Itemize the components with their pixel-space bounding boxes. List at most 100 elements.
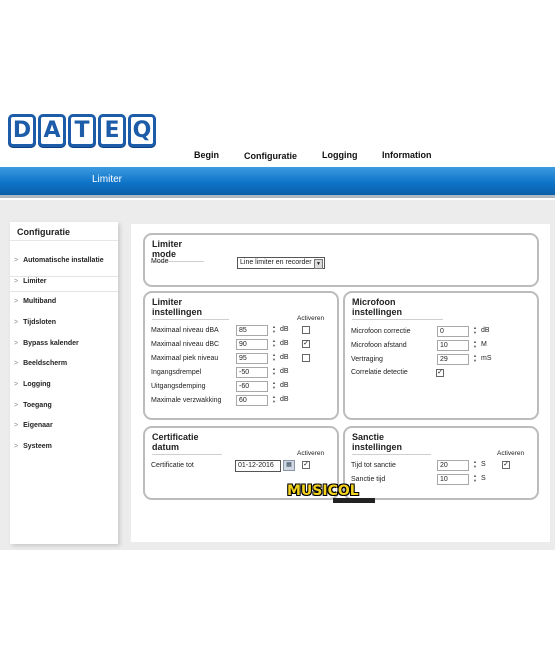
- unit-label: dB: [280, 368, 289, 375]
- spinner-icon[interactable]: ▲ ▼: [472, 339, 478, 350]
- logo-letter: T: [68, 114, 96, 147]
- certificate-title: Certificatie datum: [152, 432, 222, 455]
- microphone-settings-title: Microfoon instellingen: [352, 297, 443, 320]
- sidebar-item-automatische-installatie[interactable]: > Automatische installatie: [14, 257, 114, 264]
- calendar-icon[interactable]: ▦: [283, 460, 295, 471]
- max-peak-level-input[interactable]: 95: [236, 353, 268, 364]
- logo-letter: E: [98, 114, 126, 147]
- spinner-icon[interactable]: ▲ ▼: [472, 459, 478, 470]
- chevron-right-icon: >: [14, 298, 19, 305]
- musicol-watermark: MUSICOL: [287, 483, 359, 499]
- sidebar-item-bypass-kalender[interactable]: > Bypass kalender: [14, 340, 114, 347]
- output-attenuation-input[interactable]: -60: [236, 381, 268, 392]
- sidebar-item-label: Bypass kalender: [23, 340, 79, 347]
- chevron-right-icon: >: [14, 319, 19, 326]
- sidebar-item-toegang[interactable]: > Toegang: [14, 402, 114, 409]
- activate-dbc-checkbox[interactable]: ✓: [302, 340, 310, 348]
- correlation-detection-label: Correlatie detectie: [351, 369, 408, 376]
- header-divider: [0, 195, 555, 198]
- dateq-logo: D A T E Q: [8, 114, 156, 147]
- sidebar-item-multiband[interactable]: > Multiband: [14, 298, 114, 305]
- chevron-right-icon: >: [14, 340, 19, 347]
- sanction-time-label: Sanctie tijd: [351, 476, 386, 483]
- mic-distance-input[interactable]: 10: [437, 340, 469, 351]
- sidebar-item-label: Tijdsloten: [23, 319, 57, 326]
- sidebar-item-label: Automatische installatie: [23, 257, 104, 264]
- unit-label: dB: [280, 340, 289, 347]
- max-attenuation-label: Maximale verzwakking: [151, 397, 222, 404]
- spinner-icon[interactable]: ▲ ▼: [271, 366, 277, 377]
- max-attenuation-input[interactable]: 60: [236, 395, 268, 406]
- logo-letter: D: [8, 114, 36, 147]
- spinner-icon[interactable]: ▲ ▼: [271, 352, 277, 363]
- mode-select-value: Line limiter en recorder: [240, 259, 312, 266]
- sanction-activate-checkbox[interactable]: ✓: [502, 461, 510, 469]
- nav-configuratie[interactable]: Configuratie: [244, 151, 297, 161]
- input-threshold-label: Ingangsdrempel: [151, 369, 202, 376]
- logo-letter: Q: [128, 114, 156, 147]
- dropdown-arrow-icon[interactable]: ▼: [314, 259, 323, 269]
- spinner-icon[interactable]: ▲ ▼: [271, 394, 277, 405]
- spinner-icon[interactable]: ▲ ▼: [271, 324, 277, 335]
- unit-label: dB: [280, 396, 289, 403]
- sidebar-item-label: Multiband: [23, 298, 57, 305]
- watermark-strip: [333, 498, 375, 503]
- page-title: Limiter: [92, 174, 123, 185]
- activate-header: Activeren: [297, 315, 325, 322]
- sidebar-item-beeldscherm[interactable]: > Beeldscherm: [14, 360, 114, 367]
- chevron-right-icon: >: [14, 257, 19, 264]
- delay-input[interactable]: 29: [437, 354, 469, 365]
- logo-letter: A: [38, 114, 66, 147]
- sidebar-item-label: Limiter: [23, 278, 47, 285]
- chevron-right-icon: >: [14, 381, 19, 388]
- max-level-dbc-label: Maximaal niveau dBC: [151, 341, 220, 348]
- nav-begin[interactable]: Begin: [194, 150, 219, 160]
- max-level-dba-input[interactable]: 85: [236, 325, 268, 336]
- spinner-icon[interactable]: ▲ ▼: [271, 380, 277, 391]
- sanction-time-input[interactable]: 10: [437, 474, 469, 485]
- sidebar-item-logging[interactable]: > Logging: [14, 381, 114, 388]
- sidebar-divider: [10, 240, 118, 241]
- sidebar-item-systeem[interactable]: > Systeem: [14, 443, 114, 450]
- unit-label: dB: [481, 327, 490, 334]
- spinner-icon[interactable]: ▲ ▼: [271, 338, 277, 349]
- mode-label: Mode: [151, 258, 169, 265]
- spinner-icon[interactable]: ▲ ▼: [472, 473, 478, 484]
- activate-dba-checkbox[interactable]: [302, 326, 310, 334]
- header-band: [0, 167, 555, 195]
- certificate-activate-checkbox[interactable]: ✓: [302, 461, 310, 469]
- unit-label: dB: [280, 382, 289, 389]
- activate-peak-checkbox[interactable]: [302, 354, 310, 362]
- unit-label: mS: [481, 355, 492, 362]
- sidebar-item-tijdsloten[interactable]: > Tijdsloten: [14, 319, 114, 326]
- time-to-sanction-input[interactable]: 20: [437, 460, 469, 471]
- input-threshold-input[interactable]: -50: [236, 367, 268, 378]
- mic-correction-input[interactable]: 0: [437, 326, 469, 337]
- sidebar-item-limiter[interactable]: > Limiter: [14, 278, 114, 285]
- sanction-title: Sanctie instellingen: [352, 432, 431, 455]
- max-level-dba-label: Maximaal niveau dBA: [151, 327, 219, 334]
- unit-label: dB: [280, 326, 289, 333]
- delay-label: Vertraging: [351, 356, 383, 363]
- nav-logging[interactable]: Logging: [322, 150, 358, 160]
- correlation-detection-checkbox[interactable]: ✓: [436, 369, 444, 377]
- certificate-until-label: Certificatie tot: [151, 462, 194, 469]
- sidebar-item-label: Toegang: [23, 402, 52, 409]
- mode-select[interactable]: Line limiter en recorder ▼: [237, 257, 325, 269]
- activate-header: Activeren: [497, 450, 525, 457]
- output-attenuation-label: Uitgangsdemping: [151, 383, 206, 390]
- chevron-right-icon: >: [14, 402, 19, 409]
- mic-correction-label: Microfoon correctie: [351, 328, 411, 335]
- spinner-icon[interactable]: ▲ ▼: [472, 325, 478, 336]
- mic-distance-label: Microfoon afstand: [351, 342, 407, 349]
- sidebar-item-eigenaar[interactable]: > Eigenaar: [14, 422, 114, 429]
- certificate-date-input[interactable]: 01-12-2016: [235, 460, 281, 472]
- spinner-icon[interactable]: ▲ ▼: [472, 353, 478, 364]
- sidebar-item-label: Logging: [23, 381, 51, 388]
- unit-label: M: [481, 341, 487, 348]
- chevron-right-icon: >: [14, 422, 19, 429]
- chevron-right-icon: >: [14, 360, 19, 367]
- max-level-dbc-input[interactable]: 90: [236, 339, 268, 350]
- chevron-right-icon: >: [14, 278, 19, 285]
- nav-information[interactable]: Information: [382, 150, 432, 160]
